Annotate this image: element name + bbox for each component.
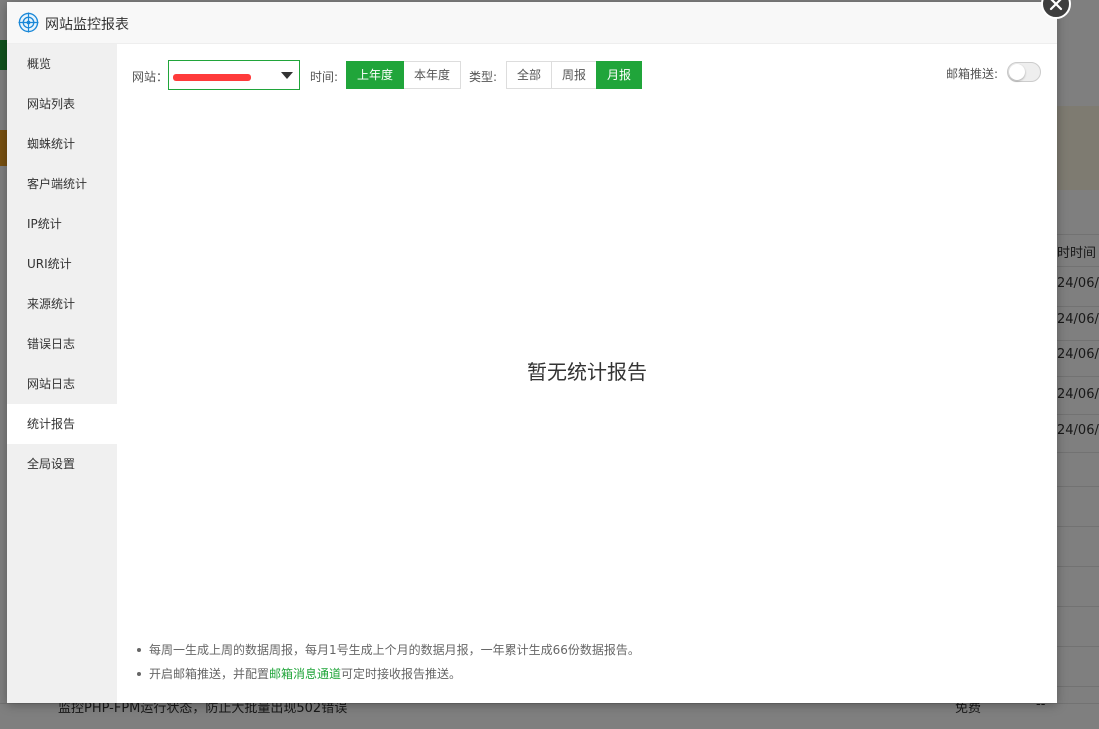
report-content: 网站： 时间: 上年度 本年度 类型: 全部 周报 月报 邮箱推送: 暂无统计报… (117, 44, 1057, 703)
chevron-down-icon (281, 72, 293, 79)
site-select[interactable] (168, 60, 300, 90)
sidebar-item-site-log[interactable]: 网站日志 (7, 364, 117, 404)
sidebar-item-client-stats[interactable]: 客户端统计 (7, 164, 117, 204)
toggle-knob (1009, 64, 1025, 80)
sidebar-item-site-list[interactable]: 网站列表 (7, 84, 117, 124)
type-filter-group: 全部 周报 月报 (506, 61, 643, 89)
type-option-monthly[interactable]: 月报 (596, 61, 643, 89)
time-option-last-year[interactable]: 上年度 (346, 61, 405, 89)
sidebar-item-uri-stats[interactable]: URI统计 (7, 244, 117, 284)
type-option-all[interactable]: 全部 (506, 61, 553, 89)
tip-text: 开启邮箱推送，并配置 (149, 667, 270, 681)
email-push-toggle[interactable] (1007, 62, 1041, 82)
email-push-label: 邮箱推送: (946, 67, 999, 81)
type-label: 类型: (469, 70, 498, 84)
tip-item: 开启邮箱推送，并配置邮箱消息通道可定时接收报告推送。 (137, 662, 640, 686)
empty-report-message: 暂无统计报告 (527, 360, 647, 384)
tip-text: 可定时接收报告推送。 (341, 667, 462, 681)
redacted-site-name (173, 74, 251, 81)
sidebar-item-referer-stats[interactable]: 来源统计 (7, 284, 117, 324)
sidebar-item-spider-stats[interactable]: 蜘蛛统计 (7, 124, 117, 164)
tip-item: 每周一生成上周的数据周报，每月1号生成上个月的数据月报，一年累计生成66份数据报… (137, 638, 640, 662)
sidebar: 概览 网站列表 蜘蛛统计 客户端统计 IP统计 URI统计 来源统计 错误日志 … (7, 44, 117, 703)
close-icon (1049, 0, 1063, 11)
monitor-target-icon (18, 12, 39, 33)
type-option-weekly[interactable]: 周报 (551, 61, 598, 89)
email-channel-link[interactable]: 邮箱消息通道 (269, 667, 341, 681)
modal-header: 网站监控报表 (7, 2, 1057, 44)
sidebar-item-overview[interactable]: 概览 (7, 44, 117, 84)
modal-title: 网站监控报表 (45, 17, 129, 33)
report-modal: 网站监控报表 概览 网站列表 蜘蛛统计 客户端统计 IP统计 URI统计 来源统… (7, 0, 1071, 703)
sidebar-item-global-settings[interactable]: 全局设置 (7, 444, 117, 484)
time-filter-group: 上年度 本年度 (346, 61, 462, 89)
time-option-this-year[interactable]: 本年度 (403, 61, 462, 89)
sidebar-item-stats-report[interactable]: 统计报告 (7, 404, 117, 444)
site-label: 网站： (132, 70, 169, 84)
time-label: 时间: (310, 70, 339, 84)
report-tips: 每周一生成上周的数据周报，每月1号生成上个月的数据月报，一年累计生成66份数据报… (137, 638, 640, 686)
sidebar-item-ip-stats[interactable]: IP统计 (7, 204, 117, 244)
sidebar-item-error-log[interactable]: 错误日志 (7, 324, 117, 364)
